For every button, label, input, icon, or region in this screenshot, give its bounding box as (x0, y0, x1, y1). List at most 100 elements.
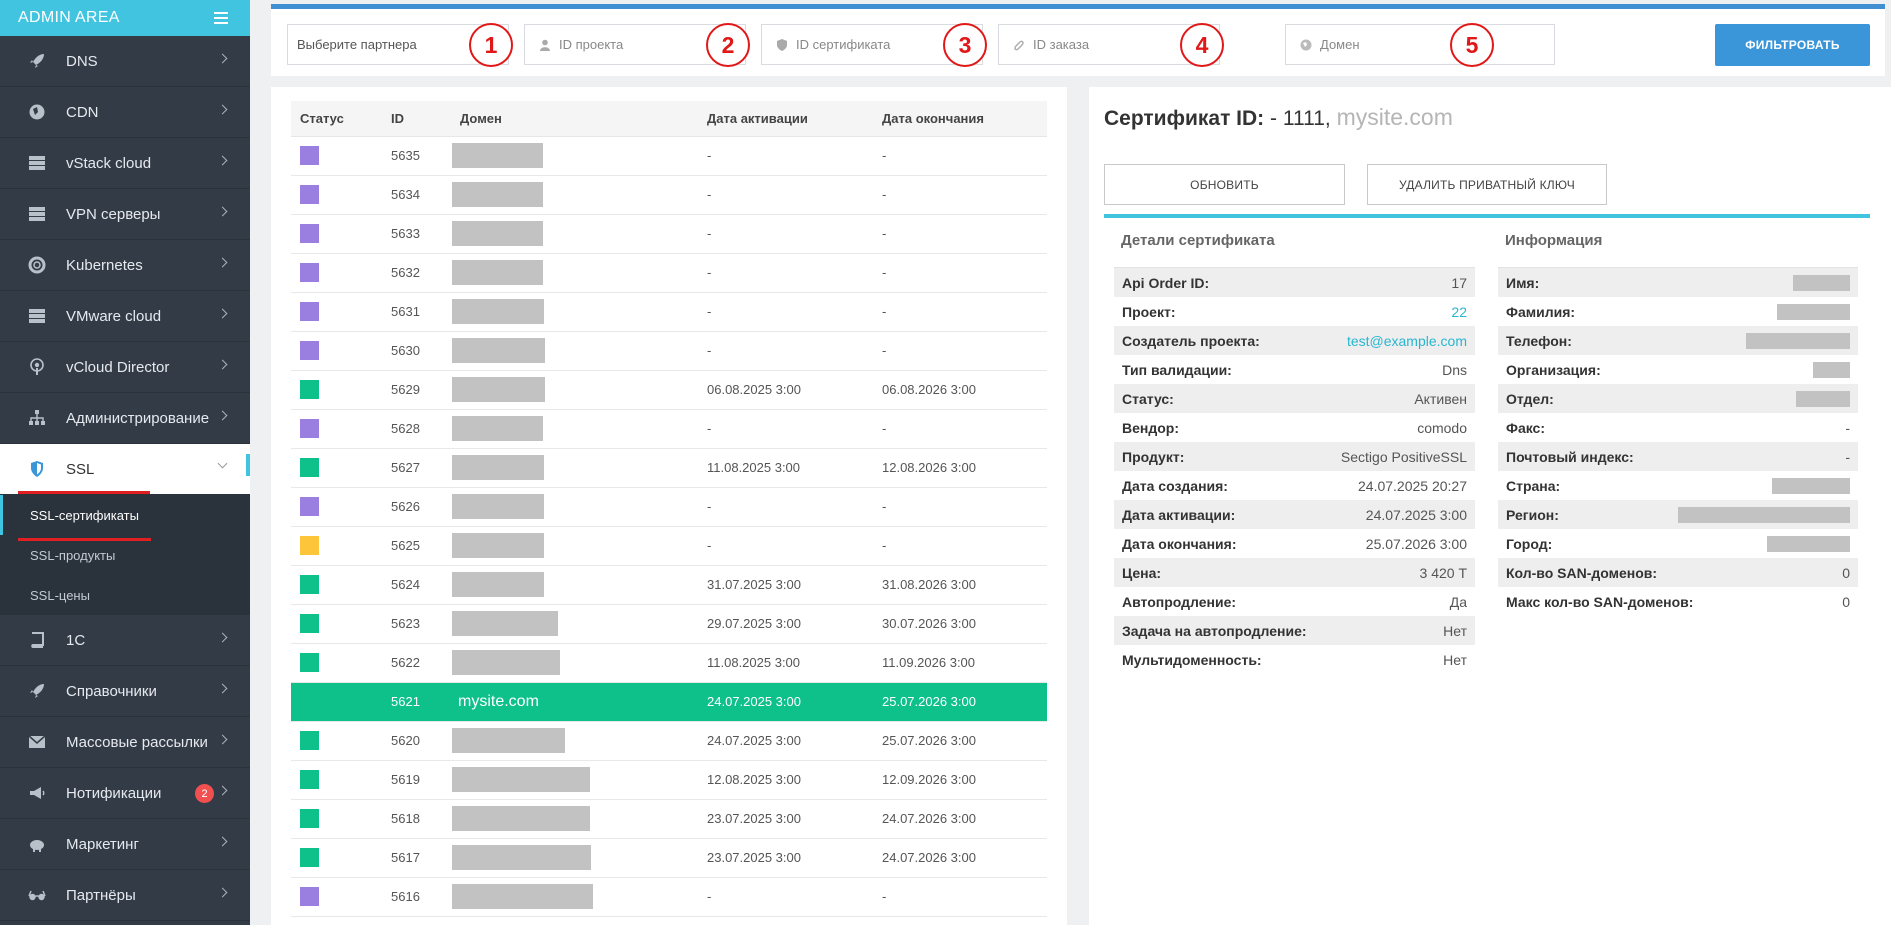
table-row[interactable]: 5619 12.08.2025 3:00 12.09.2026 3:00 (291, 760, 1047, 800)
status-indicator (300, 887, 319, 906)
activation-date-cell: - (698, 214, 873, 254)
activation-date-cell: - (698, 136, 873, 176)
filter-button[interactable]: ФИЛЬТРОВАТЬ (1715, 24, 1870, 66)
annotation-number-5: 5 (1450, 23, 1494, 67)
rocket-icon (28, 52, 46, 70)
detail-value: Sectigo PositiveSSL (1340, 448, 1467, 465)
sidebar-item-items2-3[interactable]: Нотификации 2 (0, 768, 250, 819)
sidebar-item-items2-1[interactable]: Справочники (0, 666, 250, 717)
column-header-activation-date[interactable]: Дата активации (698, 101, 873, 137)
delete-private-key-button[interactable]: УДАЛИТЬ ПРИВАТНЫЙ КЛЮЧ (1367, 164, 1607, 205)
envelope-icon (28, 733, 46, 751)
detail-row: Мультидоменность: Нет (1114, 645, 1475, 674)
sidebar-item-label: DNS (66, 52, 98, 70)
expiry-date-cell: 25.07.2026 3:00 (873, 721, 1047, 761)
domain-input[interactable]: Домен (1285, 24, 1555, 65)
id-cell: 5626 (382, 487, 451, 527)
status-indicator (300, 146, 319, 165)
sidebar-item-items2-2[interactable]: Массовые рассылки (0, 717, 250, 768)
table-row[interactable]: 5625 - - (291, 526, 1047, 566)
status-cell (291, 448, 382, 488)
sidebar-item-kubernetes[interactable]: Kubernetes (0, 240, 250, 291)
redacted-domain (452, 260, 543, 285)
table-row[interactable]: 5621 mysite.com 24.07.2025 3:00 25.07.2026 … (291, 682, 1047, 722)
table-row[interactable]: 5630 - - (291, 331, 1047, 371)
id-cell: 5618 (382, 799, 451, 839)
table-row[interactable]: 5620 24.07.2025 3:00 25.07.2026 3:00 (291, 721, 1047, 761)
sidebar-item-dns[interactable]: DNS (0, 36, 250, 87)
redacted-value (1767, 535, 1850, 552)
table-row[interactable]: 5633 - - (291, 214, 1047, 254)
table-row[interactable]: 5635 - - (291, 136, 1047, 176)
table-row[interactable]: 5622 11.08.2025 3:00 11.09.2026 3:00 (291, 643, 1047, 683)
detail-label: Создатель проекта: (1122, 332, 1260, 349)
expiry-date-cell: - (873, 292, 1047, 332)
sidebar-item-vmware-cloud[interactable]: VMware cloud (0, 291, 250, 342)
information-heading: Информация (1498, 225, 1858, 268)
activation-date-cell: 24.07.2025 3:00 (698, 682, 873, 722)
column-header-id[interactable]: ID (382, 101, 451, 137)
column-header-status[interactable]: Статус (291, 101, 382, 137)
submenu-item-ssl-prices[interactable]: SSL-цены (0, 575, 250, 615)
table-row[interactable]: 5634 - - (291, 175, 1047, 215)
chevron-down-icon (217, 458, 228, 469)
sidebar-item-vstack-cloud[interactable]: vStack cloud (0, 138, 250, 189)
table-row[interactable]: 5627 11.08.2025 3:00 12.08.2026 3:00 (291, 448, 1047, 488)
glasses-icon (28, 886, 46, 904)
table-row[interactable]: 5623 29.07.2025 3:00 30.07.2026 3:00 (291, 604, 1047, 644)
detail-link[interactable]: 22 (1451, 304, 1467, 320)
table-row[interactable]: 5632 - - (291, 253, 1047, 293)
table-row[interactable]: 5629 06.08.2025 3:00 06.08.2026 3:00 (291, 370, 1047, 410)
table-row[interactable]: 5628 - - (291, 409, 1047, 449)
hamburger-menu-icon[interactable] (214, 12, 228, 24)
redacted-domain (452, 806, 590, 831)
app-title: ADMIN AREA (18, 9, 120, 26)
sidebar-item-label: Справочники (66, 682, 157, 700)
redacted-domain (452, 221, 543, 246)
detail-label: Дата создания: (1122, 477, 1228, 494)
sidebar-item-label: VMware cloud (66, 307, 162, 325)
detail-label: Дата окончания: (1122, 535, 1237, 552)
sidebar-item-items2-4[interactable]: Маркетинг (0, 819, 250, 870)
detail-value: Да (1449, 593, 1467, 610)
server-icon (28, 205, 46, 223)
detail-label: Регион: (1506, 506, 1559, 523)
podcast-icon (28, 358, 46, 376)
column-header-domain[interactable]: Домен (451, 101, 698, 137)
detail-row: Кол-во SAN-доменов: 0 (1498, 558, 1858, 587)
sidebar-item-items2-5[interactable]: Партнёры (0, 870, 250, 921)
status-indicator (300, 341, 319, 360)
shield-icon (28, 460, 46, 478)
detail-link[interactable]: test@example.com (1347, 333, 1467, 349)
redacted-value (1772, 477, 1850, 494)
detail-label: Страна: (1506, 477, 1561, 494)
table-row[interactable]: 5616 - - (291, 877, 1047, 917)
detail-row: Статус: Активен (1114, 384, 1475, 413)
expiry-date-cell: - (873, 253, 1047, 293)
sidebar-item-cdn[interactable]: CDN (0, 87, 250, 138)
table-row[interactable]: 5617 23.07.2025 3:00 24.07.2026 3:00 (291, 838, 1047, 878)
filter-bar: Выберите партнера 1 ID проекта 2 ID серт… (271, 4, 1885, 76)
activation-date-cell: - (698, 409, 873, 449)
id-cell: 5631 (382, 292, 451, 332)
detail-row: Задача на автопродление: Нет (1114, 616, 1475, 645)
sidebar-item-1[interactable]: 1С (0, 615, 250, 666)
table-row[interactable]: 5624 31.07.2025 3:00 31.08.2026 3:00 (291, 565, 1047, 605)
submenu-item-ssl-products[interactable]: SSL-продукты (0, 535, 250, 575)
submenu-item-ssl-certificates[interactable]: SSL-сертификаты (0, 495, 250, 535)
sidebar-item-vcloud-director[interactable]: vCloud Director (0, 342, 250, 393)
table-row[interactable]: 5626 - - (291, 487, 1047, 527)
sidebar-item-ssl[interactable]: SSL (0, 444, 250, 495)
sidebar-item-label: vCloud Director (66, 358, 170, 376)
detail-value: Нет (1443, 622, 1467, 639)
detail-label: Дата активации: (1122, 506, 1236, 523)
table-row[interactable]: 5631 - - (291, 292, 1047, 332)
refresh-button[interactable]: ОБНОВИТЬ (1104, 164, 1345, 205)
table-row[interactable]: 5618 23.07.2025 3:00 24.07.2026 3:00 (291, 799, 1047, 839)
status-cell (291, 799, 382, 839)
book-icon (28, 631, 46, 649)
sidebar-item-items-7[interactable]: Администрирование (0, 393, 250, 444)
detail-row: Регион: (1498, 500, 1858, 529)
column-header-expiry-date[interactable]: Дата окончания (873, 101, 1047, 137)
sidebar-item-vpn[interactable]: VPN серверы (0, 189, 250, 240)
